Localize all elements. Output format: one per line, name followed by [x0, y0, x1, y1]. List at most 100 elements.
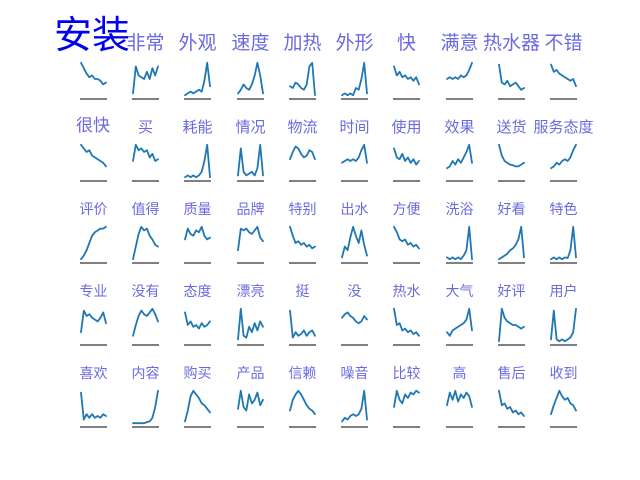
panel-评价: 评价 [80, 202, 108, 264]
panel-label: 特色 [550, 201, 578, 218]
series-line [237, 225, 264, 252]
panel-label: 很快 [76, 116, 110, 136]
panel-喜欢: 喜欢 [80, 366, 108, 428]
panel-大气: 大气 [446, 284, 474, 346]
panel-label: 耗能 [182, 118, 212, 136]
panel-服务态度: 服务态度 [533, 118, 594, 182]
panel-label: 用户 [550, 283, 578, 300]
panel-label: 物流 [287, 118, 317, 136]
panel-物流: 物流 [287, 118, 318, 182]
series-line [341, 389, 368, 423]
series-line [132, 65, 159, 95]
panel-挺: 挺 [289, 284, 316, 346]
series-line [341, 61, 368, 97]
series-line [80, 225, 107, 261]
series-line [498, 307, 525, 343]
panel-label: 大气 [446, 284, 474, 300]
panel-值得: 值得 [132, 201, 160, 264]
panel-专业: 专业 [80, 284, 108, 346]
panel-label: 噪音 [341, 365, 369, 382]
panel-label: 热水 [393, 284, 421, 300]
panel-速度: 速度 [231, 32, 270, 100]
series-line [341, 311, 368, 325]
panel-label: 洗浴 [446, 202, 474, 218]
panel-态度: 态度 [184, 284, 212, 346]
panel-label: 品牌 [237, 201, 265, 218]
series-line [184, 143, 211, 179]
panel-时间: 时间 [339, 118, 370, 182]
panel-出水: 出水 [341, 202, 369, 264]
series-line [132, 389, 159, 425]
series-line [132, 307, 159, 337]
series-line [498, 63, 525, 91]
panel-很快: 很快 [76, 116, 110, 182]
panel-送货: 送货 [496, 118, 527, 182]
panel-label: 好看 [498, 202, 526, 218]
panel-情况: 情况 [235, 118, 266, 182]
panel-label: 使用 [391, 118, 421, 136]
series-line [132, 143, 159, 162]
panel-label: 高 [453, 365, 467, 382]
panel-label: 内容 [132, 365, 160, 382]
panel-label: 不错 [544, 32, 582, 54]
series-line [237, 307, 264, 341]
series-line [393, 225, 420, 250]
panel-label: 外观 [178, 32, 216, 54]
panel-买: 买 [132, 118, 159, 182]
panel-label: 时间 [339, 118, 369, 136]
series-line [550, 225, 577, 261]
panel-产品: 产品 [237, 366, 265, 428]
series-line [446, 61, 473, 80]
panel-非常: 非常 [126, 32, 165, 100]
panel-label: 速度 [231, 32, 269, 54]
panel-label: 售后 [498, 366, 526, 382]
panel-内容: 内容 [132, 365, 160, 428]
panel-满意: 满意 [440, 32, 479, 100]
series-line [132, 225, 159, 261]
panel-外观: 外观 [178, 32, 217, 100]
panel-label: 喜欢 [80, 366, 108, 382]
series-line [393, 65, 420, 86]
panel-label: 评价 [80, 202, 108, 218]
panel-耗能: 耗能 [182, 118, 213, 182]
panel-收到: 收到 [550, 366, 578, 428]
panel-安装: 安装 [54, 13, 130, 100]
panel-label: 买 [138, 118, 153, 136]
panel-不错: 不错 [544, 32, 583, 100]
panel-label: 值得 [132, 201, 160, 218]
panel-没有: 没有 [132, 284, 160, 346]
series-line [446, 143, 473, 170]
series-line [184, 225, 211, 241]
panel-品牌: 品牌 [237, 201, 265, 264]
series-line [393, 389, 420, 408]
series-line [446, 389, 473, 408]
series-line [237, 389, 264, 412]
panel-label: 比较 [393, 366, 421, 382]
panel-label: 加热 [283, 32, 321, 54]
small-multiples-chart: 安装非常 外观 速度 加热 外形 快 满意 热水器 不错很快 买 耗能 情况 物流 时间 使用 效果 送货 服务态… [54, 13, 594, 428]
series-line [80, 143, 107, 168]
panel-没: 没 [341, 284, 368, 346]
series-line [550, 389, 577, 416]
series-line [446, 307, 473, 337]
series-line [289, 145, 316, 161]
panel-label: 特别 [289, 202, 317, 218]
panel-label: 态度 [184, 284, 212, 300]
series-line [550, 307, 577, 343]
panel-label: 收到 [550, 366, 578, 382]
panel-好看: 好看 [498, 202, 526, 264]
series-line [341, 143, 368, 164]
panel-label: 热水器 [483, 32, 540, 54]
panel-label: 购买 [184, 366, 212, 382]
series-line [550, 143, 577, 170]
panel-噪音: 噪音 [341, 365, 369, 428]
panel-质量: 质量 [184, 202, 212, 264]
series-line [498, 143, 525, 168]
panel-label: 信赖 [289, 366, 317, 382]
panel-label: 漂亮 [237, 283, 265, 300]
panel-label: 没有 [132, 284, 160, 300]
series-line [550, 63, 577, 88]
series-line [184, 311, 211, 330]
series-line [184, 389, 211, 423]
panel-label: 质量 [184, 202, 212, 218]
